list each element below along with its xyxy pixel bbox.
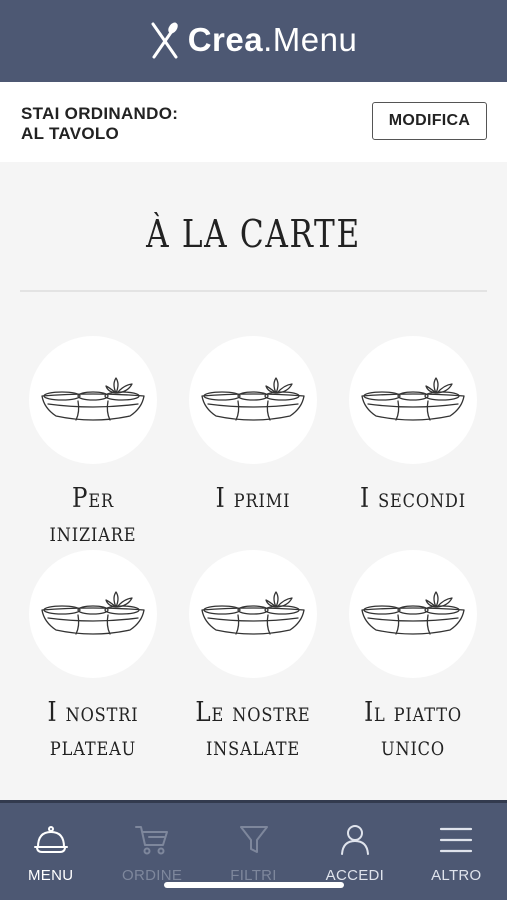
bowl-illustration-icon	[361, 591, 465, 635]
category-label-line2: insalate	[205, 731, 301, 762]
category-item[interactable]: I secondi	[333, 336, 493, 516]
category-label-line1: Il piatto	[364, 697, 462, 728]
category-item[interactable]: Il piatto unico	[333, 550, 493, 764]
order-mode-value: AL TAVOLO	[21, 124, 120, 143]
user-icon	[340, 825, 369, 855]
order-mode-label: STAI ORDINANDO: AL TAVOLO	[21, 104, 178, 144]
category-label: I secondi	[345, 482, 481, 516]
brand-name-light: .Menu	[263, 21, 358, 58]
tab-altro[interactable]: ALTRO	[406, 803, 507, 900]
order-mode-bar: STAI ORDINANDO: AL TAVOLO MODIFICA	[0, 82, 507, 162]
category-item[interactable]: Le nostre insalate	[173, 550, 333, 764]
category-label: Per iniziare	[25, 482, 161, 550]
category-item[interactable]: I nostri plateau	[13, 550, 173, 764]
bowl-illustration-icon	[201, 591, 305, 635]
home-indicator	[164, 882, 344, 888]
category-label-line2: unico	[381, 731, 445, 762]
category-label: I nostri plateau	[25, 696, 161, 764]
order-mode-title: STAI ORDINANDO:	[21, 104, 179, 123]
category-item[interactable]: Per iniziare	[13, 336, 173, 550]
category-image	[29, 336, 157, 464]
bowl-illustration-icon	[41, 377, 145, 421]
category-label-line1: I secondi	[360, 483, 466, 514]
category-image	[189, 550, 317, 678]
category-label: I primi	[185, 482, 321, 516]
category-image	[349, 336, 477, 464]
category-image	[29, 550, 157, 678]
cloche-icon	[33, 826, 68, 853]
section-divider	[20, 290, 487, 292]
filter-icon	[239, 826, 268, 853]
modify-button[interactable]: MODIFICA	[372, 102, 487, 140]
category-label-line2: plateau	[49, 731, 137, 762]
section-title: À LA CARTE	[146, 212, 361, 256]
bowl-illustration-icon	[41, 591, 145, 635]
bowl-illustration-icon	[201, 377, 305, 421]
fork-knife-icon	[151, 22, 178, 59]
bowl-illustration-icon	[361, 377, 465, 421]
category-image	[349, 550, 477, 678]
category-label: Le nostre insalate	[185, 696, 321, 764]
category-label-line1: I nostri	[47, 697, 139, 728]
brand-name: Crea.Menu	[188, 21, 358, 59]
brand-logo[interactable]: Crea.Menu	[150, 21, 358, 59]
category-image	[189, 336, 317, 464]
cart-icon	[135, 826, 169, 855]
tab-label: MENU	[28, 867, 74, 884]
app-header: Crea.Menu	[0, 0, 507, 82]
category-item[interactable]: I primi	[173, 336, 333, 516]
hamburger-icon	[440, 827, 473, 853]
tab-menu[interactable]: MENU	[0, 803, 101, 900]
category-label-line1: I primi	[215, 483, 291, 514]
brand-name-bold: Crea	[187, 21, 264, 58]
category-label: Il piatto unico	[345, 696, 481, 764]
tab-label: ALTRO	[431, 867, 482, 884]
category-label-line1: Le nostre	[195, 697, 311, 728]
menu-content: À LA CARTE Per iniziare I primi I second…	[0, 162, 507, 800]
category-label-line1: Per iniziare	[49, 483, 137, 548]
